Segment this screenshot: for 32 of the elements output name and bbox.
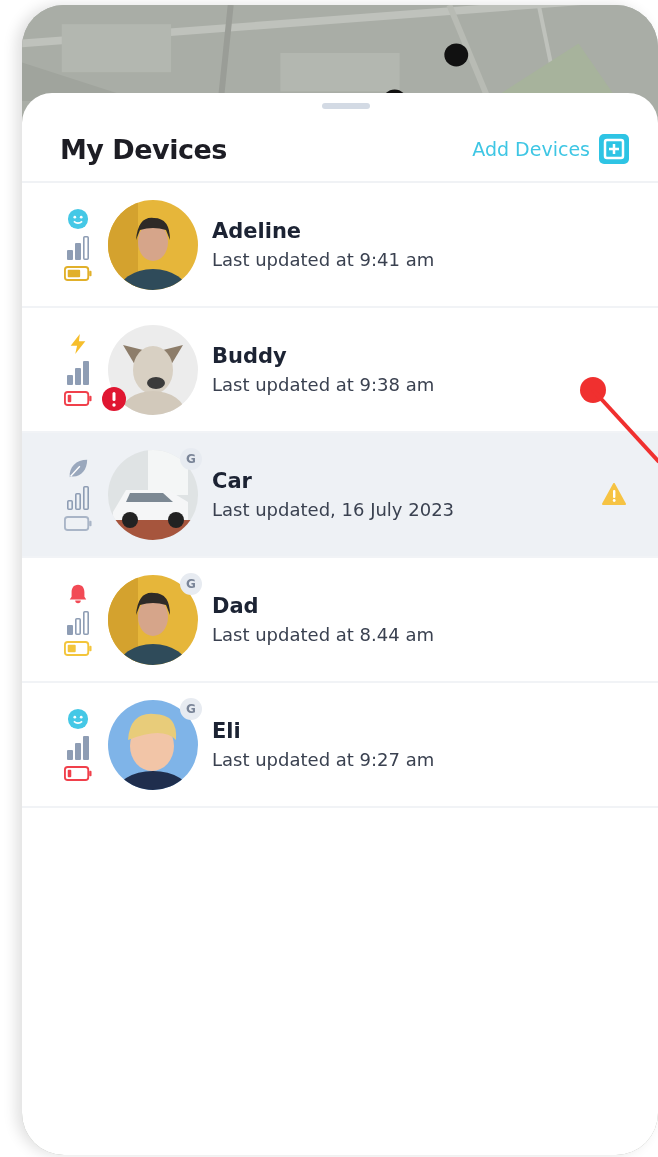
avatar-badge: G (180, 697, 202, 720)
smiley-icon (67, 708, 89, 730)
alert-icon (102, 386, 126, 411)
device-name: Buddy (212, 344, 288, 368)
signal-icon (65, 360, 91, 386)
last-updated-text: Last updated at 8.44 am (212, 624, 434, 645)
device-row[interactable]: G Car Last updated, 16 July 2023 (22, 433, 658, 558)
last-updated-text: Last updated at 9:38 am (212, 374, 435, 395)
device-name: Eli (212, 719, 242, 743)
drag-handle[interactable] (322, 103, 370, 109)
device-name: Dad (212, 594, 260, 618)
signal-icon (65, 735, 91, 761)
last-updated-text: Last updated at 9:27 am (212, 749, 435, 770)
battery-icon (64, 641, 92, 656)
battery-icon (64, 266, 92, 281)
add-icon (598, 133, 630, 165)
sheet-title: My Devices (60, 133, 227, 165)
last-updated-text: Last updated at 9:41 am (212, 249, 435, 270)
avatar-badge: G (180, 447, 202, 470)
device-name: Car (212, 469, 253, 493)
last-updated-text: Last updated, 16 July 2023 (212, 499, 455, 520)
battery-icon (64, 766, 92, 781)
bell-icon (67, 583, 89, 605)
battery-icon (64, 391, 92, 406)
signal-icon (65, 485, 91, 511)
signal-icon (65, 610, 91, 636)
smiley-icon (67, 208, 89, 230)
device-name: Adeline (212, 219, 303, 243)
signal-icon (65, 235, 91, 261)
avatar-badge: G (180, 572, 202, 595)
leaf-icon (67, 458, 89, 480)
battery-icon (64, 516, 92, 531)
